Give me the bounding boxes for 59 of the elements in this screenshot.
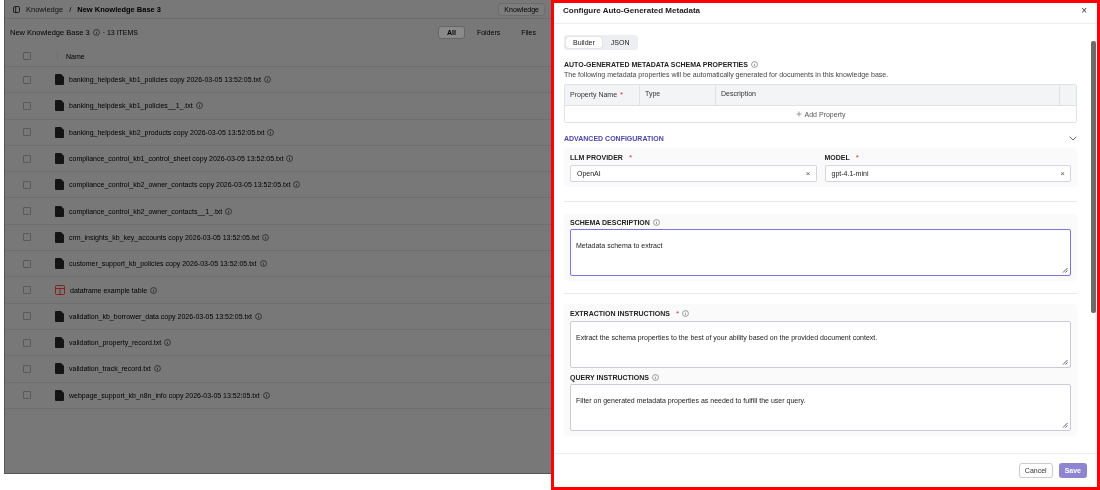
clear-button[interactable]: × (805, 169, 811, 178)
scrollbar[interactable] (1091, 41, 1096, 313)
file-icon (55, 389, 64, 401)
file-icon (55, 126, 64, 138)
info-icon (651, 374, 659, 381)
info-icon (750, 61, 758, 68)
file-icon (55, 205, 64, 217)
row-checkbox[interactable] (23, 180, 31, 189)
dialog-title: Configure Auto-Generated Metadata (563, 6, 701, 15)
row-checkbox[interactable] (23, 101, 31, 110)
info-icon (293, 181, 301, 189)
info-icon (92, 29, 100, 36)
file-icon (55, 337, 64, 349)
info-icon (225, 207, 233, 215)
row-checkbox[interactable] (23, 312, 31, 321)
info-icon (262, 233, 270, 241)
row-checkbox[interactable] (23, 391, 31, 400)
info-icon (286, 155, 294, 163)
info-icon (150, 286, 158, 294)
info-icon (153, 365, 161, 373)
file-icon (55, 310, 64, 322)
sidebar-toggle-icon[interactable] (13, 5, 20, 13)
file-icon (55, 100, 64, 112)
required-mark: * (628, 153, 632, 162)
info-icon (263, 76, 271, 84)
row-checkbox[interactable] (23, 207, 31, 216)
row-checkbox[interactable] (23, 75, 31, 84)
resize-handle-icon[interactable] (1062, 267, 1068, 273)
file-icon (55, 231, 64, 243)
info-icon (682, 310, 690, 317)
row-checkbox[interactable] (23, 128, 31, 137)
plus-icon (795, 111, 802, 117)
required-mark: * (675, 309, 680, 318)
info-icon (164, 339, 172, 347)
select-all-checkbox[interactable] (23, 52, 31, 60)
info-icon (254, 312, 262, 320)
required-mark: * (855, 153, 859, 162)
info-icon (652, 219, 660, 226)
info-icon (267, 128, 275, 136)
resize-handle-icon[interactable] (1062, 422, 1068, 428)
info-icon (259, 260, 267, 268)
clear-button[interactable]: × (1060, 169, 1065, 178)
row-checkbox[interactable] (23, 154, 31, 163)
info-icon (262, 391, 270, 399)
chevron-icon[interactable] (1069, 136, 1077, 141)
file-icon (55, 258, 64, 270)
info-icon (195, 102, 203, 110)
file-icon (55, 74, 64, 86)
row-checkbox[interactable] (23, 364, 31, 373)
row-checkbox[interactable] (23, 286, 31, 294)
row-checkbox[interactable] (23, 233, 31, 242)
resize-handle-icon[interactable] (1062, 359, 1068, 365)
table-icon (55, 285, 65, 295)
close-button[interactable]: × (1081, 6, 1087, 16)
file-icon (55, 153, 64, 165)
row-checkbox[interactable] (23, 338, 31, 347)
file-icon (55, 363, 64, 375)
file-icon (55, 179, 64, 191)
row-checkbox[interactable] (23, 259, 31, 268)
